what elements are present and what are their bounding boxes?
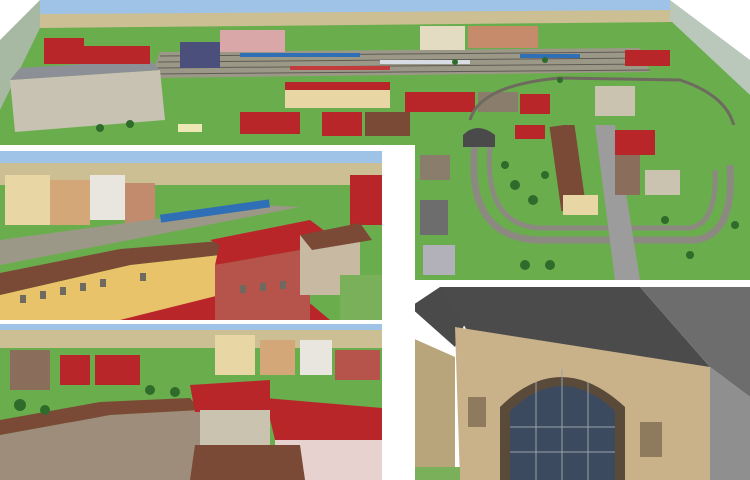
side-wing: [410, 337, 455, 480]
statue-niche-right: [640, 422, 662, 457]
overview-scene: [0, 0, 750, 145]
track-loop-scene: [415, 125, 750, 280]
statue-niche-left: [468, 397, 486, 427]
track-loop-panel: [415, 125, 750, 280]
street-view-1-panel: [0, 145, 382, 320]
whitespace-gutter: [382, 145, 415, 480]
street-view-1-scene: [0, 145, 382, 320]
station-facade-scene: [410, 287, 750, 480]
bus: [178, 124, 202, 132]
station-facade-panel: [410, 287, 750, 480]
red-roof: [190, 380, 270, 412]
street-view-2-panel: [0, 320, 382, 480]
overview-panel: [0, 0, 750, 145]
street-view-2-scene: [0, 320, 382, 480]
